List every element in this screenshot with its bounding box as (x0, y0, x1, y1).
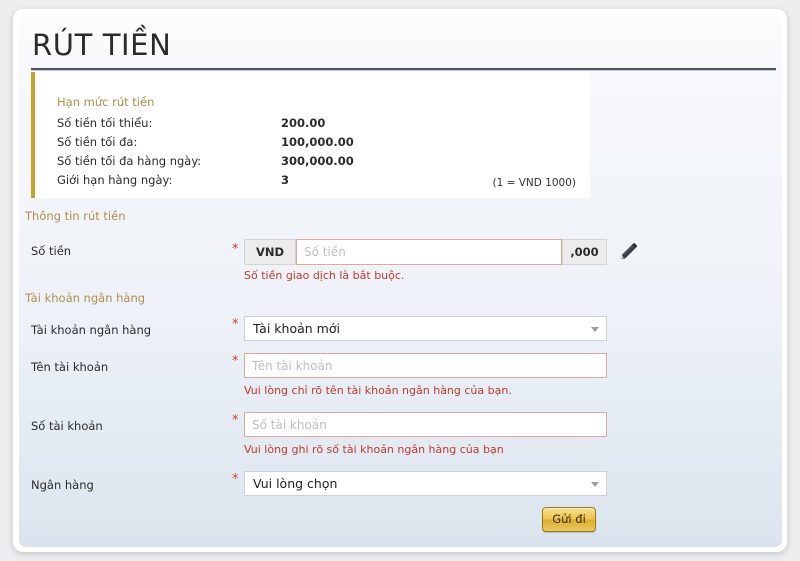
required-asterisk-bank: * (232, 472, 239, 487)
section-heading-withdraw-info: Thông tin rút tiền (25, 209, 126, 223)
section-heading-bank-account: Tài khoản ngân hàng (25, 291, 146, 305)
required-asterisk-account-name: * (232, 354, 239, 369)
amount-suffix-thousands: ,000 (562, 239, 607, 265)
pencil-icon[interactable] (617, 241, 639, 263)
bank-select[interactable]: Vui lòng chọn (244, 471, 607, 496)
label-bank: Ngân hàng (31, 478, 94, 492)
limit-value-max: 100,000.00 (281, 134, 354, 149)
required-asterisk-amount: * (232, 242, 239, 257)
limit-value-daily-max: 300,000.00 (281, 153, 354, 168)
error-account-number: Vui lòng ghi rõ số tài khoản ngân hàng c… (244, 443, 504, 456)
required-asterisk-account-number: * (232, 413, 239, 428)
table-row: Giới hạn hàng ngày: 3 (57, 170, 557, 189)
table-row: Số tiền tối thiểu: 200.00 (57, 113, 557, 132)
limit-label-min: Số tiền tối thiểu: (57, 115, 153, 130)
page-title: RÚT TIỀN (32, 28, 172, 62)
account-name-input[interactable] (244, 353, 607, 378)
label-bank-account-select: Tài khoản ngân hàng (31, 323, 152, 337)
bank-account-select[interactable]: Tài khoản mới (244, 316, 607, 341)
withdraw-limits-box: Hạn mức rút tiền Số tiền tối thiểu: 200.… (31, 72, 590, 198)
bank-select-wrap[interactable]: Vui lòng chọn (244, 471, 607, 496)
currency-prefix-vnd: VND (244, 239, 296, 265)
limit-label-max: Số tiền tối đa: (57, 134, 138, 149)
limit-label-daily-count: Giới hạn hàng ngày: (57, 172, 173, 187)
label-account-number: Số tài khoản (31, 419, 103, 433)
amount-input-group: VND ,000 (244, 239, 607, 265)
submit-button[interactable]: Gửi đi (542, 507, 596, 532)
label-amount: Số tiền (31, 244, 72, 258)
error-amount: Số tiền giao dịch là bắt buộc. (244, 269, 405, 282)
bank-account-select-wrap[interactable]: Tài khoản mới (244, 316, 607, 341)
limit-label-daily-max: Số tiền tối đa hàng ngày: (57, 153, 202, 168)
amount-input[interactable] (296, 239, 562, 265)
table-row: Số tiền tối đa hàng ngày: 300,000.00 (57, 151, 557, 170)
account-number-input[interactable] (244, 412, 607, 437)
withdraw-panel: RÚT TIỀN Hạn mức rút tiền Số tiền tối th… (19, 13, 782, 547)
error-account-name: Vui lòng chỉ rõ tên tài khoản ngân hàng … (244, 384, 512, 397)
title-divider (31, 68, 776, 71)
limit-value-min: 200.00 (281, 115, 326, 130)
limits-table: Số tiền tối thiểu: 200.00 Số tiền tối đa… (57, 113, 557, 189)
limits-heading: Hạn mức rút tiền (57, 95, 155, 109)
label-account-name: Tên tài khoản (31, 360, 109, 374)
table-row: Số tiền tối đa: 100,000.00 (57, 132, 557, 151)
required-asterisk-bank-account: * (232, 317, 239, 332)
currency-note: (1 = VND 1000) (492, 177, 576, 189)
